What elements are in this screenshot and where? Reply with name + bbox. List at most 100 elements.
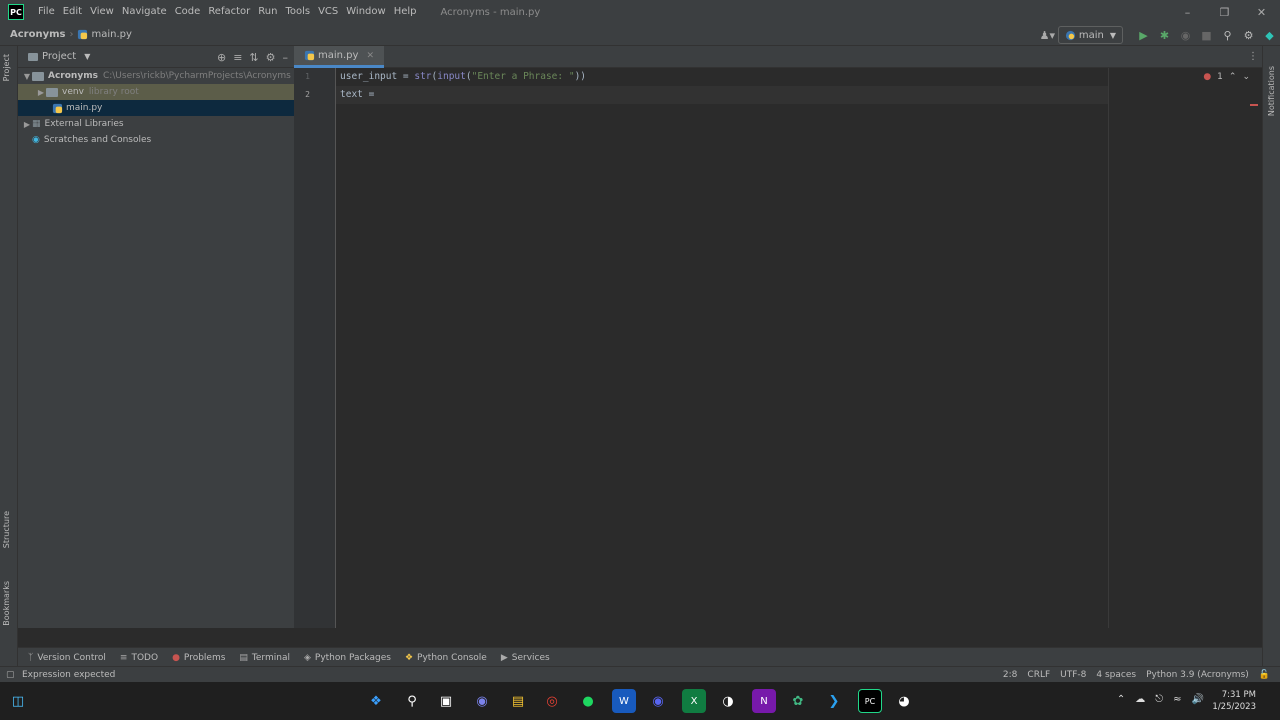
caret-position[interactable]: 2:8 [1003,670,1017,680]
tree-item-project-root[interactable]: ▼ Acronyms C:\Users\rickb\PycharmProject… [18,68,294,84]
close-tab-icon[interactable]: ✕ [366,51,374,61]
onenote-icon[interactable]: N [752,689,776,713]
file-explorer-icon[interactable]: ▤ [506,689,530,713]
menu-file[interactable]: File [34,0,59,24]
windows-start-icon[interactable]: ❖ [364,689,388,713]
chevron-up-icon[interactable]: ⌃ [1229,72,1237,82]
tab-main-py[interactable]: main.py ✕ [294,46,384,68]
indent-setting[interactable]: 4 spaces [1096,670,1136,680]
menu-code[interactable]: Code [171,0,205,24]
eclipse-icon[interactable]: ◑ [716,689,740,713]
chevron-right-icon: ▶ [37,87,45,97]
tool-terminal[interactable]: ▤ Terminal [239,653,290,663]
wifi-icon[interactable]: ≈ [1173,694,1181,705]
breadcrumb-project[interactable]: Acronyms [10,29,65,40]
spotify-icon[interactable]: ● [576,689,600,713]
pycharm-taskbar-icon[interactable]: PC [858,689,882,713]
chevron-down-icon: ▼ [23,71,31,81]
gear-icon[interactable]: ⚙ [266,51,276,64]
structure-tool-tab[interactable]: Structure [2,511,11,548]
project-panel-title: Project [42,51,77,62]
task-view-icon[interactable]: ▣ [434,689,458,713]
collapse-all-icon[interactable]: ⇅ [249,51,258,64]
tool-python-packages[interactable]: ◈ Python Packages [304,653,391,663]
python-icon [1065,30,1075,40]
chevron-up-icon[interactable]: ⌃ [1117,694,1125,705]
microphone-icon[interactable]: ⎋ [1155,694,1163,705]
inspection-widget[interactable]: ● 1 ⌃ ⌄ [1203,72,1250,82]
search-icon[interactable]: ⚲ [1217,24,1238,46]
tree-item-scratches[interactable]: ◉ Scratches and Consoles [18,132,294,148]
menu-run[interactable]: Run [254,0,281,24]
menu-window[interactable]: Window [342,0,389,24]
menu-edit[interactable]: Edit [59,0,86,24]
python-icon: ❖ [404,652,414,663]
code-line-1[interactable]: user_input = str(input("Enter a Phrase: … [340,68,586,86]
breadcrumb-file-label: main.py [91,29,132,40]
lock-icon[interactable]: 🔓 [1259,670,1270,680]
project-view-select[interactable]: Project ▼ [28,51,90,62]
chevron-right-icon: ▶ [23,119,31,129]
taskbar-clock[interactable]: 7:31 PM 1/25/2023 [1212,689,1256,713]
menu-vcs[interactable]: VCS [314,0,342,24]
close-icon[interactable]: ✕ [1243,0,1280,24]
menu-refactor[interactable]: Refactor [204,0,254,24]
app-icon[interactable]: ✿ [786,689,810,713]
file-encoding[interactable]: UTF-8 [1060,670,1086,680]
tool-version-control[interactable]: ᛉ Version Control [28,653,106,663]
obs-icon[interactable]: ◕ [892,689,916,713]
run-icon[interactable]: ▶ [1133,24,1154,46]
minimize-icon[interactable]: – [1169,0,1206,24]
vscode-icon[interactable]: ❯ [822,689,846,713]
tool-problems[interactable]: ● Problems [172,653,225,663]
tree-item-main-py[interactable]: main.py [18,100,294,116]
discord-icon[interactable]: ◉ [646,689,670,713]
python-interpreter[interactable]: Python 3.9 (Acronyms) [1146,670,1249,680]
menu-navigate[interactable]: Navigate [118,0,171,24]
status-layout-icon[interactable]: ▢ [6,670,15,680]
expand-all-icon[interactable]: ≡ [233,51,242,64]
gear-icon[interactable]: ⚙ [1238,24,1259,46]
tool-services[interactable]: ▶ Services [501,653,550,663]
excel-icon[interactable]: X [682,689,706,713]
stop-icon[interactable]: ■ [1196,24,1217,46]
tree-item-venv[interactable]: ▶ venv library root [18,84,294,100]
word-icon[interactable]: W [612,689,636,713]
volume-icon[interactable]: 🔊 [1192,694,1204,705]
menu-view[interactable]: View [86,0,118,24]
search-icon[interactable]: ⚲ [400,689,424,713]
tree-item-external-libraries[interactable]: ▶ ▦ External Libraries [18,116,294,132]
restore-icon[interactable]: ❐ [1206,0,1243,24]
chevron-down-icon[interactable]: ⌄ [1242,72,1250,82]
hide-icon[interactable]: – [283,51,289,64]
tool-python-console[interactable]: ❖ Python Console [405,653,487,663]
windows-taskbar: ◫ ❖ ⚲ ▣ ◉ ▤ ◎ ● W ◉ X ◑ N ✿ ❯ PC ◕ ⌃ ☁ ⎋… [0,682,1280,720]
code-line-2[interactable]: text = [340,86,380,104]
widgets-icon[interactable]: ◫ [6,689,30,713]
chrome-icon[interactable]: ◎ [540,689,564,713]
notifications-tool-tab[interactable]: Notifications [1267,66,1276,116]
code-editor[interactable]: user_input = str(input("Enter a Phrase: … [336,68,1280,628]
project-tool-tab[interactable]: Project [2,54,11,81]
breadcrumb-file[interactable]: main.py [77,29,132,40]
menu-help[interactable]: Help [390,0,421,24]
editor-gutter: 1 2 [294,68,336,628]
more-icon[interactable]: ⋮ [1248,51,1258,62]
cloud-icon[interactable]: ☁ [1135,694,1145,705]
user-icon[interactable]: ♟▾ [1037,24,1058,46]
bookmarks-tool-tab[interactable]: Bookmarks [2,581,11,626]
coverage-icon[interactable]: ◉ [1175,24,1196,46]
error-stripe-mark[interactable] [1250,104,1258,106]
locate-icon[interactable]: ⊕ [217,51,226,64]
debug-icon[interactable]: ✱ [1154,24,1175,46]
line-separator[interactable]: CRLF [1027,670,1050,680]
python-file-icon [78,29,88,40]
tool-label: Version Control [37,652,106,663]
tool-todo[interactable]: ≡ TODO [120,653,158,663]
menu-tools[interactable]: Tools [281,0,314,24]
tab-label: main.py [318,50,359,61]
pycharm-logo-icon[interactable]: PC [8,4,24,20]
teams-chat-icon[interactable]: ◉ [470,689,494,713]
jetbrains-ai-icon[interactable]: ◆ [1259,24,1280,46]
run-configuration-select[interactable]: main ▼ [1057,26,1123,44]
